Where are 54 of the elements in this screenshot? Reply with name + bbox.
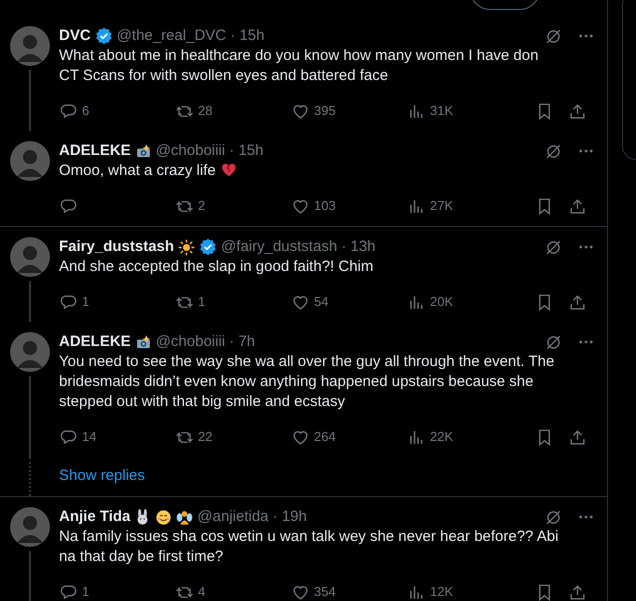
reply-text: You need to see the way she wa all over the guy all through the event. The bridesmaids didn’t even know anything happened upstairs because she stepped out with that big smile and ecstasy [59,352,556,412]
avatar[interactable] [10,141,50,181]
replies-count: 14 [82,428,96,446]
handle-and-time[interactable]: @choboiiii · 7h [156,330,256,354]
reply-post[interactable]: Fairy_duststash @fairy_duststash · 13h And she accepted the slap in good faith?! Chim 1 1 54 20K [0,227,607,322]
handle-and-time[interactable]: @fairy_duststash · 13h [221,236,376,258]
likes-count: 103 [314,197,336,216]
reply-icon[interactable] [59,102,78,120]
reposts-count: 28 [198,102,212,120]
author-name[interactable]: Anjie Tida [59,506,130,528]
replies-count: 6 [82,102,90,120]
reply-post[interactable]: Anjie Tida @anjietida · 19h Na family issues sha cos wetin u wan talk wey she never hear before?? Abi na that day be first time? 1 4 354 12K [0,497,607,601]
reply-icon[interactable] [59,196,78,216]
reply-text: Na family issues sha cos wetin u wan talk wey she never hear before?? Abi na that day be first time? [59,527,560,567]
share-icon[interactable] [568,196,587,216]
replies-count: 1 [82,583,90,601]
views-count: 12K [430,583,454,601]
reply-post[interactable]: ADELEKE @choboiiii · 15h Omoo, what a crazy life 2 103 27K [0,131,607,227]
reposts-count: 4 [198,583,206,601]
share-icon[interactable] [568,292,587,312]
author-name[interactable]: Fairy_duststash [59,236,174,258]
reply-icon[interactable] [59,582,78,601]
likes-count: 54 [314,293,328,312]
show-replies-link[interactable]: Show replies [59,465,145,488]
author-name[interactable]: DVC [59,24,91,48]
author-name[interactable]: ADELEKE [59,140,131,162]
views-count: 20K [430,293,454,312]
views-count: 22K [430,428,454,446]
likes-count: 264 [314,428,336,446]
handle-and-time[interactable]: @the_real_DVC · 15h [116,24,264,48]
views-count: 31K [430,102,454,120]
likes-count: 395 [314,102,336,120]
share-icon[interactable] [568,102,587,120]
reply-post[interactable]: DVC @the_real_DVC · 15h What about me in healthcare do you know how many women I have don CT Scans for with swollen eyes and battered face 6 28 395 31K [0,16,607,131]
reply-text: Omoo, what a crazy life [59,161,595,181]
share-icon[interactable] [568,582,587,601]
avatar[interactable] [10,237,50,277]
reposts-count: 1 [198,293,206,312]
views-count: 27K [430,197,454,216]
author-name[interactable]: ADELEKE [59,330,131,354]
handle-and-time[interactable]: @choboiiii · 15h [156,140,264,162]
reply-icon[interactable] [59,292,78,312]
avatar[interactable] [10,507,50,547]
reply-icon[interactable] [59,428,78,446]
reply-text: What about me in healthcare do you know how many women I have don CT Scans for with swollen eyes and battered face [59,46,540,86]
handle-and-time[interactable]: @anjietida · 19h [197,506,307,528]
likes-count: 354 [314,583,336,601]
reposts-count: 2 [198,197,206,216]
replies-count: 1 [82,293,90,312]
avatar[interactable] [10,332,50,372]
avatar[interactable] [10,26,50,66]
reply-text: And she accepted the slap in good faith?! Chim [59,257,374,277]
share-icon[interactable] [568,428,587,446]
reposts-count: 22 [198,428,212,446]
